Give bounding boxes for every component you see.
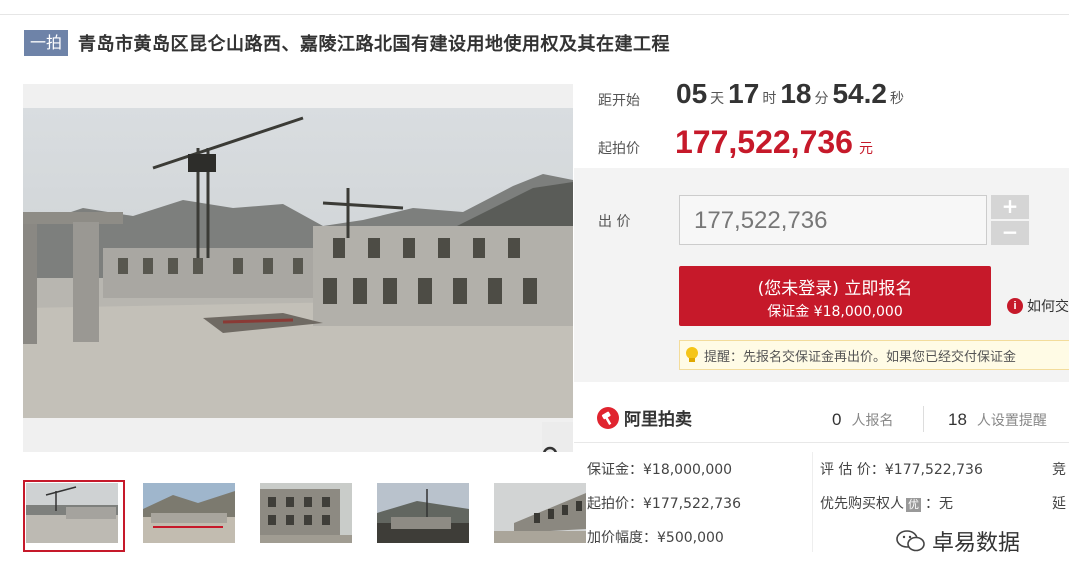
alibaba-auction-logo: 阿里拍卖 (596, 405, 692, 430)
start-price-label: 起拍价 (598, 141, 640, 157)
magnifier-icon (543, 446, 557, 452)
info-deposit: 保证金：¥18,000,000 (587, 462, 733, 478)
thumbnail-5[interactable] (491, 480, 593, 552)
bid-label: 出 价 (598, 214, 631, 230)
countdown-minutes-unit: 分 (814, 91, 829, 107)
wechat-icon (896, 530, 925, 552)
main-photo[interactable] (23, 84, 573, 452)
signup-button[interactable]: (您未登录) 立即报名 保证金 ¥18,000,000 (679, 266, 991, 326)
how-to-pay-link[interactable]: i 如何交 (1007, 296, 1069, 316)
zoom-button[interactable] (542, 422, 573, 452)
info-icon: i (1007, 298, 1023, 314)
start-price: 177,522,736 元 (675, 124, 873, 161)
start-price-unit: 元 (858, 141, 873, 157)
countdown-days-unit: 天 (710, 91, 725, 107)
increase-bid-button[interactable]: + (991, 195, 1029, 219)
signup-button-label: (您未登录) 立即报名 (757, 279, 913, 299)
title-row: 一拍 青岛市黄岛区昆仑山路西、嘉陵江路北国有建设用地使用权及其在建工程 (24, 30, 670, 56)
signup-deposit-label: 保证金 ¥18,000,000 (767, 304, 903, 320)
countdown-minutes: 18 (780, 78, 812, 109)
priority-tag: 优 (906, 498, 921, 512)
countdown-hours: 17 (728, 78, 760, 109)
construction-site-photo (23, 108, 573, 418)
reminder-count: 18 人设置提醒 (948, 410, 1047, 430)
signup-count-number: 0 (832, 410, 842, 429)
signup-count: 0 人报名 (832, 410, 893, 430)
info-increment: 加价幅度：¥500,000 (587, 530, 724, 546)
info-priority-value: ：无 (925, 496, 953, 512)
auction-round-tag: 一拍 (24, 30, 69, 56)
watermark-text: 卓易数据 (932, 531, 1021, 556)
info-start-price: 起拍价：¥177,522,736 (587, 496, 741, 512)
thumbnail-4[interactable] (374, 480, 476, 552)
auction-hammer-icon (597, 406, 619, 429)
thumbnail-2[interactable] (140, 480, 242, 552)
info-column-divider (812, 452, 813, 552)
start-price-value: 177,522,736 (675, 124, 853, 160)
top-divider (0, 14, 1069, 15)
signup-count-label: 人报名 (851, 413, 894, 429)
thumbnail-1[interactable] (23, 480, 125, 552)
reminder-count-label: 人设置提醒 (976, 413, 1047, 429)
countdown-days: 05 (676, 78, 708, 109)
countdown-label: 距开始 (598, 93, 640, 109)
countdown-timer: 05 天 17 时 18 分 54.2 秒 (676, 78, 908, 110)
info-assessment: 评 估 价：¥177,522,736 (820, 462, 983, 478)
stats-divider (923, 406, 924, 432)
watermark: 卓易数据 (896, 525, 1020, 557)
countdown-seconds: 54.2 (832, 78, 887, 109)
info-priority-label: 优先购买权人 (820, 496, 904, 512)
decrease-bid-button[interactable]: − (991, 221, 1029, 245)
info-col3-row1: 竞 (1052, 462, 1066, 478)
bid-amount-input[interactable]: 177,522,736 (679, 195, 987, 245)
info-col3-row2: 延 (1052, 496, 1066, 512)
info-priority: 优先购买权人优 ：无 (820, 493, 953, 513)
lightbulb-icon (686, 347, 698, 362)
reminder-tip: 提醒：先报名交保证金再出价。如果您已经交付保证金 (679, 340, 1069, 370)
page-title: 青岛市黄岛区昆仑山路西、嘉陵江路北国有建设用地使用权及其在建工程 (78, 34, 671, 55)
thumbnail-strip (23, 480, 608, 552)
countdown-hours-unit: 时 (762, 91, 777, 107)
alibaba-auction-text: 阿里拍卖 (624, 410, 692, 430)
reminder-count-number: 18 (948, 410, 967, 429)
countdown-seconds-unit: 秒 (889, 91, 904, 107)
thumbnail-3[interactable] (257, 480, 359, 552)
reminder-tip-text: 提醒：先报名交保证金再出价。如果您已经交付保证金 (704, 349, 1017, 365)
how-to-pay-text: 如何交 (1027, 299, 1069, 315)
stats-bottom-divider (574, 442, 1069, 443)
